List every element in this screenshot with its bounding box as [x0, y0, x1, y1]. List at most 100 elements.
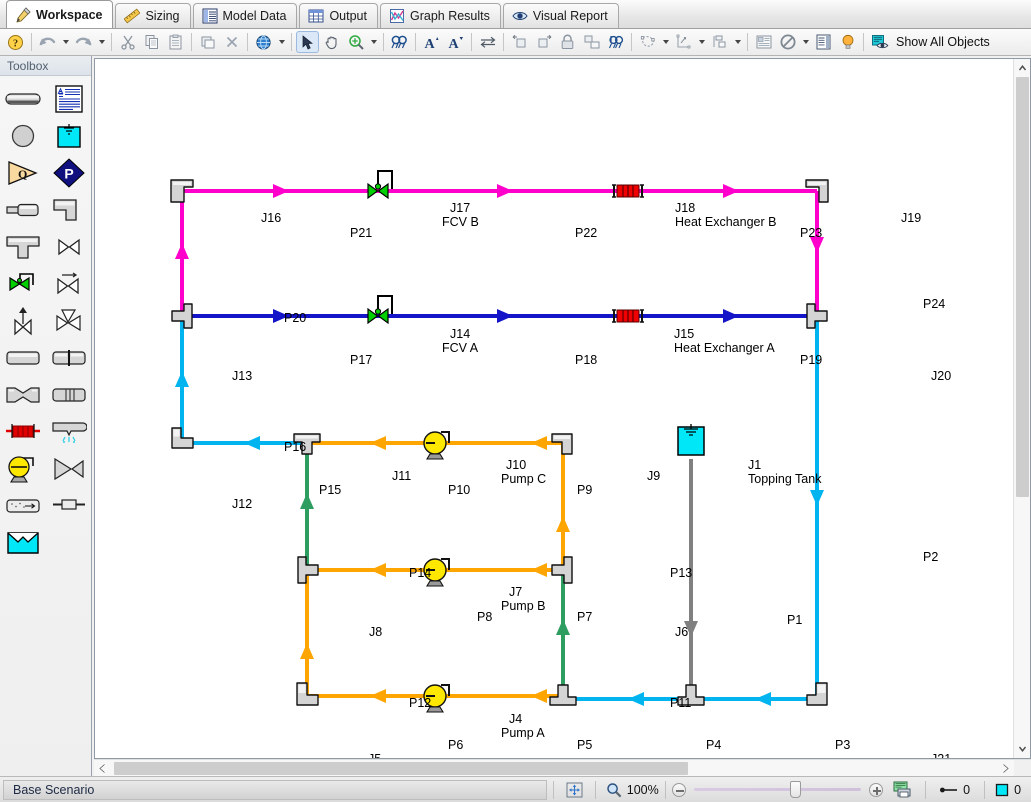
label-P7: P7: [577, 610, 592, 624]
junction-J18-heat-exchanger[interactable]: [612, 185, 644, 197]
bend-tool[interactable]: [49, 194, 89, 226]
dead-end-tool[interactable]: [3, 194, 43, 226]
cut-button[interactable]: [116, 31, 139, 53]
annotation-tool[interactable]: [49, 83, 89, 115]
align-left-icon[interactable]: [508, 31, 531, 53]
show-all-objects-icon[interactable]: [868, 31, 891, 53]
zoom-dropdown-caret[interactable]: [368, 31, 379, 53]
pointer-tool-button[interactable]: [296, 31, 319, 53]
relief-valve-tool[interactable]: [3, 305, 43, 337]
zoom-slider[interactable]: [686, 781, 870, 799]
zoom-slider-thumb[interactable]: [790, 781, 801, 798]
fit-to-window-button[interactable]: [560, 782, 589, 798]
venturi-tool[interactable]: [3, 379, 43, 411]
find-objects-icon[interactable]: [604, 31, 627, 53]
pump-tool[interactable]: [3, 453, 43, 485]
undo-dropdown-caret[interactable]: [60, 31, 71, 53]
zoom-icon[interactable]: [344, 31, 367, 53]
list-icon[interactable]: [812, 31, 835, 53]
pipe-tool[interactable]: [3, 83, 43, 115]
pressure-junction-tool[interactable]: P: [49, 157, 89, 189]
globe-icon[interactable]: [252, 31, 275, 53]
align-right-icon[interactable]: [532, 31, 555, 53]
pan-hand-icon[interactable]: [320, 31, 343, 53]
arrange-icon[interactable]: [580, 31, 603, 53]
duplicate-button[interactable]: [196, 31, 219, 53]
scroll-down-icon[interactable]: [1014, 741, 1031, 758]
junction-J1-tank[interactable]: [678, 424, 704, 455]
orifice-tool[interactable]: [49, 342, 89, 374]
tab-output[interactable]: Output: [299, 3, 378, 28]
tab-sizing[interactable]: Sizing: [115, 3, 190, 28]
vertical-scroll-thumb[interactable]: [1016, 77, 1029, 497]
spray-discharge-tool[interactable]: [49, 416, 89, 448]
decrease-font-icon[interactable]: A: [444, 31, 467, 53]
scroll-up-icon[interactable]: [1014, 59, 1031, 76]
assigned-pressure-q-tool[interactable]: Q: [3, 157, 43, 189]
paste-button[interactable]: [164, 31, 187, 53]
junction-count-status: 0: [991, 783, 1031, 797]
screen-tool[interactable]: [49, 379, 89, 411]
workspace-horizontal-scrollbar[interactable]: [94, 759, 1031, 776]
workspace-vertical-scrollbar[interactable]: [1013, 59, 1030, 758]
show-all-objects-label[interactable]: Show All Objects: [892, 35, 990, 49]
find-icon[interactable]: [388, 31, 411, 53]
globe-dropdown-caret[interactable]: [276, 31, 287, 53]
label-J14-name: FCV A: [442, 341, 478, 355]
flow-meter-tool[interactable]: [49, 490, 89, 522]
tank-tool[interactable]: [49, 120, 89, 152]
check-valve-tool[interactable]: [49, 268, 89, 300]
idea-bulb-icon[interactable]: [836, 31, 859, 53]
junction-J21-bend[interactable]: [807, 683, 827, 705]
label-J9: J9: [647, 469, 660, 483]
junction-J10-pump[interactable]: [424, 432, 449, 459]
valve-tool[interactable]: [49, 231, 89, 263]
junction-J17-control-valve[interactable]: [368, 171, 392, 198]
tab-graph-results[interactable]: Graph Results: [380, 3, 501, 28]
zoom-status[interactable]: 100%: [602, 782, 659, 798]
swap-icon[interactable]: [476, 31, 499, 53]
scroll-right-icon[interactable]: [997, 760, 1014, 777]
group-icon[interactable]: [708, 31, 731, 53]
disable-dropdown-caret[interactable]: [800, 31, 811, 53]
annotation-dropdown-caret[interactable]: [660, 31, 671, 53]
redo-button[interactable]: [72, 31, 95, 53]
workspace-canvas[interactable]: J16 J17 FCV B J18 Heat Exchanger B J19 J…: [95, 59, 1013, 758]
label-J7-name: Pump B: [501, 599, 545, 613]
copy-button[interactable]: [140, 31, 163, 53]
zoom-in-button[interactable]: [869, 783, 883, 797]
tee-tool[interactable]: [3, 231, 43, 263]
delete-button[interactable]: [220, 31, 243, 53]
tab-workspace[interactable]: Workspace: [6, 0, 113, 28]
distribute-icon[interactable]: [672, 31, 695, 53]
heat-exchanger-tool[interactable]: [3, 416, 43, 448]
horizontal-scroll-thumb[interactable]: [114, 762, 688, 775]
lock-icon[interactable]: [556, 31, 579, 53]
undo-button[interactable]: [36, 31, 59, 53]
control-valve-tool[interactable]: [3, 268, 43, 300]
notes-icon[interactable]: [752, 31, 775, 53]
help-button[interactable]: ?: [4, 31, 27, 53]
assigned-flow-tool[interactable]: [3, 120, 43, 152]
junction-J14-control-valve[interactable]: [368, 296, 392, 323]
print-preview-button[interactable]: [883, 781, 919, 798]
tab-label: Workspace: [36, 8, 102, 22]
toolbox-grid: Q P: [0, 76, 91, 776]
tab-label: Sizing: [145, 9, 179, 23]
static-element-tool[interactable]: [3, 490, 43, 522]
redo-dropdown-caret[interactable]: [96, 31, 107, 53]
disable-icon[interactable]: [776, 31, 799, 53]
increase-font-icon[interactable]: A: [420, 31, 443, 53]
tab-visual-report[interactable]: Visual Report: [503, 3, 619, 28]
distribute-dropdown-caret[interactable]: [696, 31, 707, 53]
scroll-left-icon[interactable]: [94, 760, 111, 777]
annotation-icon[interactable]: [636, 31, 659, 53]
group-dropdown-caret[interactable]: [732, 31, 743, 53]
weir-tool[interactable]: [3, 527, 43, 559]
zoom-out-button[interactable]: [672, 783, 686, 797]
tab-model-data[interactable]: Model Data: [193, 3, 298, 28]
reservoir-tool[interactable]: [3, 342, 43, 374]
junction-J15-heat-exchanger[interactable]: [612, 310, 644, 322]
general-component-tool[interactable]: [49, 453, 89, 485]
three-way-valve-tool[interactable]: [49, 305, 89, 337]
